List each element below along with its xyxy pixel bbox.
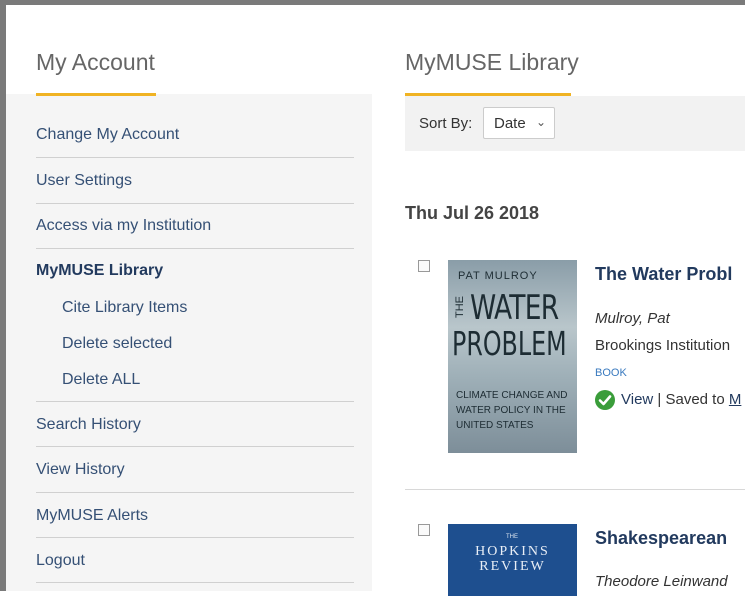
sidebar-divider	[36, 248, 354, 249]
cover-water: WATER	[470, 288, 559, 328]
cover-problem: PROBLEM	[452, 324, 567, 363]
item-select-checkbox[interactable]	[418, 524, 430, 536]
sidebar-title-underline	[36, 93, 156, 96]
sort-label: Sort By:	[419, 115, 473, 132]
actions-separator: |	[653, 391, 666, 408]
sort-bar: Sort By: Date ⌄	[405, 96, 745, 151]
cover-subtitle: CLIMATE CHANGE AND WATER POLICY IN THE U…	[456, 390, 568, 431]
view-link[interactable]: View	[621, 391, 653, 408]
sidebar-divider	[36, 157, 354, 158]
item-author: Theodore Leinwand	[595, 573, 728, 590]
item-publisher: Brookings Institution	[595, 337, 731, 354]
check-circle-icon	[595, 390, 615, 410]
saved-to-link[interactable]: M	[729, 391, 742, 408]
cover-title-text: HOPKINS REVIEW	[448, 544, 577, 574]
sidebar-item-mymuse-alerts[interactable]: MyMUSE Alerts	[36, 507, 354, 525]
item-title-link[interactable]: Shakespearean	[595, 528, 727, 549]
sidebar-divider	[36, 203, 354, 204]
sidebar-subitem-delete-all[interactable]: Delete ALL	[62, 371, 140, 389]
chevron-down-icon: ⌄	[536, 115, 547, 129]
account-sidebar: My Account Change My Account User Settin…	[6, 5, 372, 591]
page-title: MyMUSE Library	[405, 49, 579, 75]
sidebar-item-logout[interactable]: Logout	[36, 552, 354, 570]
cover-small-text: THE	[506, 534, 518, 540]
sidebar-divider	[36, 401, 354, 402]
sidebar-subitem-delete-selected[interactable]: Delete selected	[62, 335, 172, 353]
item-author: Mulroy, Pat	[595, 310, 670, 327]
item-title-link[interactable]: The Water Probl	[595, 264, 732, 285]
saved-to-text: Saved to	[665, 391, 729, 408]
library-main: MyMUSE Library Sort By: Date ⌄ Thu Jul 2…	[372, 5, 745, 596]
sort-select-value: Date	[494, 115, 526, 132]
cover-author: PAT MULROY	[458, 270, 538, 282]
cover-line-1: HOPKINS	[475, 544, 550, 559]
sort-select[interactable]: Date ⌄	[483, 107, 555, 139]
sidebar-item-mymuse-library[interactable]: MyMUSE Library	[36, 262, 354, 280]
sidebar-item-search-history[interactable]: Search History	[36, 416, 354, 434]
sidebar-divider	[36, 582, 354, 583]
item-select-checkbox[interactable]	[418, 260, 430, 272]
sidebar-divider	[36, 492, 354, 493]
sidebar-subitem-cite-library-items[interactable]: Cite Library Items	[62, 299, 187, 317]
sidebar-item-view-history[interactable]: View History	[36, 461, 354, 479]
sidebar-item-access-via-institution[interactable]: Access via my Institution	[36, 217, 354, 235]
sidebar-item-change-my-account[interactable]: Change My Account	[36, 126, 354, 144]
item-type-badge: BOOK	[595, 367, 627, 379]
sidebar-divider	[36, 446, 354, 447]
sidebar-header: My Account	[6, 5, 372, 96]
journal-cover-image[interactable]: THE HOPKINS REVIEW	[448, 524, 577, 596]
item-divider	[405, 489, 745, 490]
sidebar-divider	[36, 537, 354, 538]
cover-line-2: REVIEW	[479, 559, 546, 574]
cover-the: THE	[454, 296, 466, 318]
book-cover-image[interactable]: PAT MULROY THE WATER PROBLEM CLIMATE CHA…	[448, 260, 577, 453]
date-heading: Thu Jul 26 2018	[405, 203, 540, 223]
sidebar-item-user-settings[interactable]: User Settings	[36, 172, 354, 190]
item-actions: View | Saved to M	[621, 391, 741, 408]
sidebar-title: My Account	[36, 49, 155, 75]
